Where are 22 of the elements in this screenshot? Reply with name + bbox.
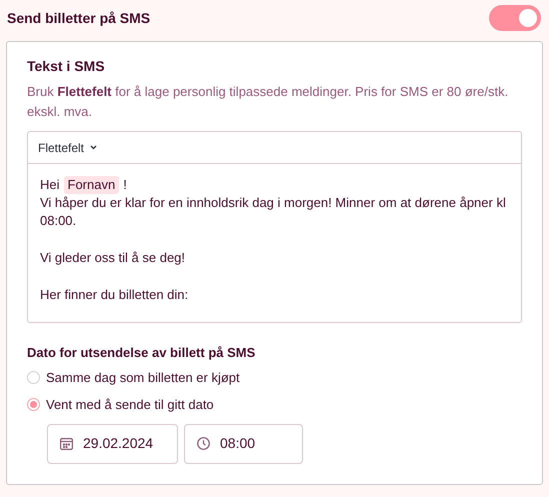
- message-text: Vi gleder oss til å se deg!: [40, 249, 186, 267]
- message-text: !: [123, 176, 127, 194]
- section-title: Send billetter på SMS: [7, 8, 150, 28]
- message-text: Her finner du billetten din:: [40, 286, 190, 304]
- radio-label[interactable]: Samme dag som billetten er kjøpt: [46, 368, 240, 387]
- date-field[interactable]: 29.02.2024: [47, 424, 178, 464]
- subsection-title: Tekst i SMS: [27, 57, 106, 76]
- chevron-down-icon: [90, 145, 98, 150]
- description-text: Bruk Flettefelt for å lage personlig tilpassede meldinger. Pris for SMS er 80 øre/stk. ekskl. mva.: [27, 83, 510, 121]
- merge-field-dropdown[interactable]: Flettefelt: [38, 138, 98, 156]
- merge-field-tag[interactable]: Fornavn: [64, 176, 120, 194]
- radio-button[interactable]: [27, 370, 40, 384]
- message-text: Vi håper du er klar for en innholdsrik dag i morgen! Minner om at dørene åpner kl 08:00.: [40, 194, 507, 230]
- calendar-icon: [60, 437, 73, 450]
- subsection-title: Dato for utsendelse av billett på SMS: [27, 344, 256, 362]
- message-text: Hei: [40, 176, 60, 194]
- message-editor[interactable]: Flettefelt Hei Fornavn ! Vi håper du er klar for en innholdsrik dag i morgen! Minner om at dørene åpner kl 08:00. Vi gleder oss til å se deg! Her finner du billetten din:: [27, 131, 522, 323]
- clock-icon: [197, 437, 210, 450]
- radio-label[interactable]: Vent med å sende til gitt dato: [46, 395, 214, 414]
- toggle-switch[interactable]: [489, 5, 541, 31]
- radio-button[interactable]: [27, 398, 40, 412]
- time-field[interactable]: 08:00: [184, 424, 303, 464]
